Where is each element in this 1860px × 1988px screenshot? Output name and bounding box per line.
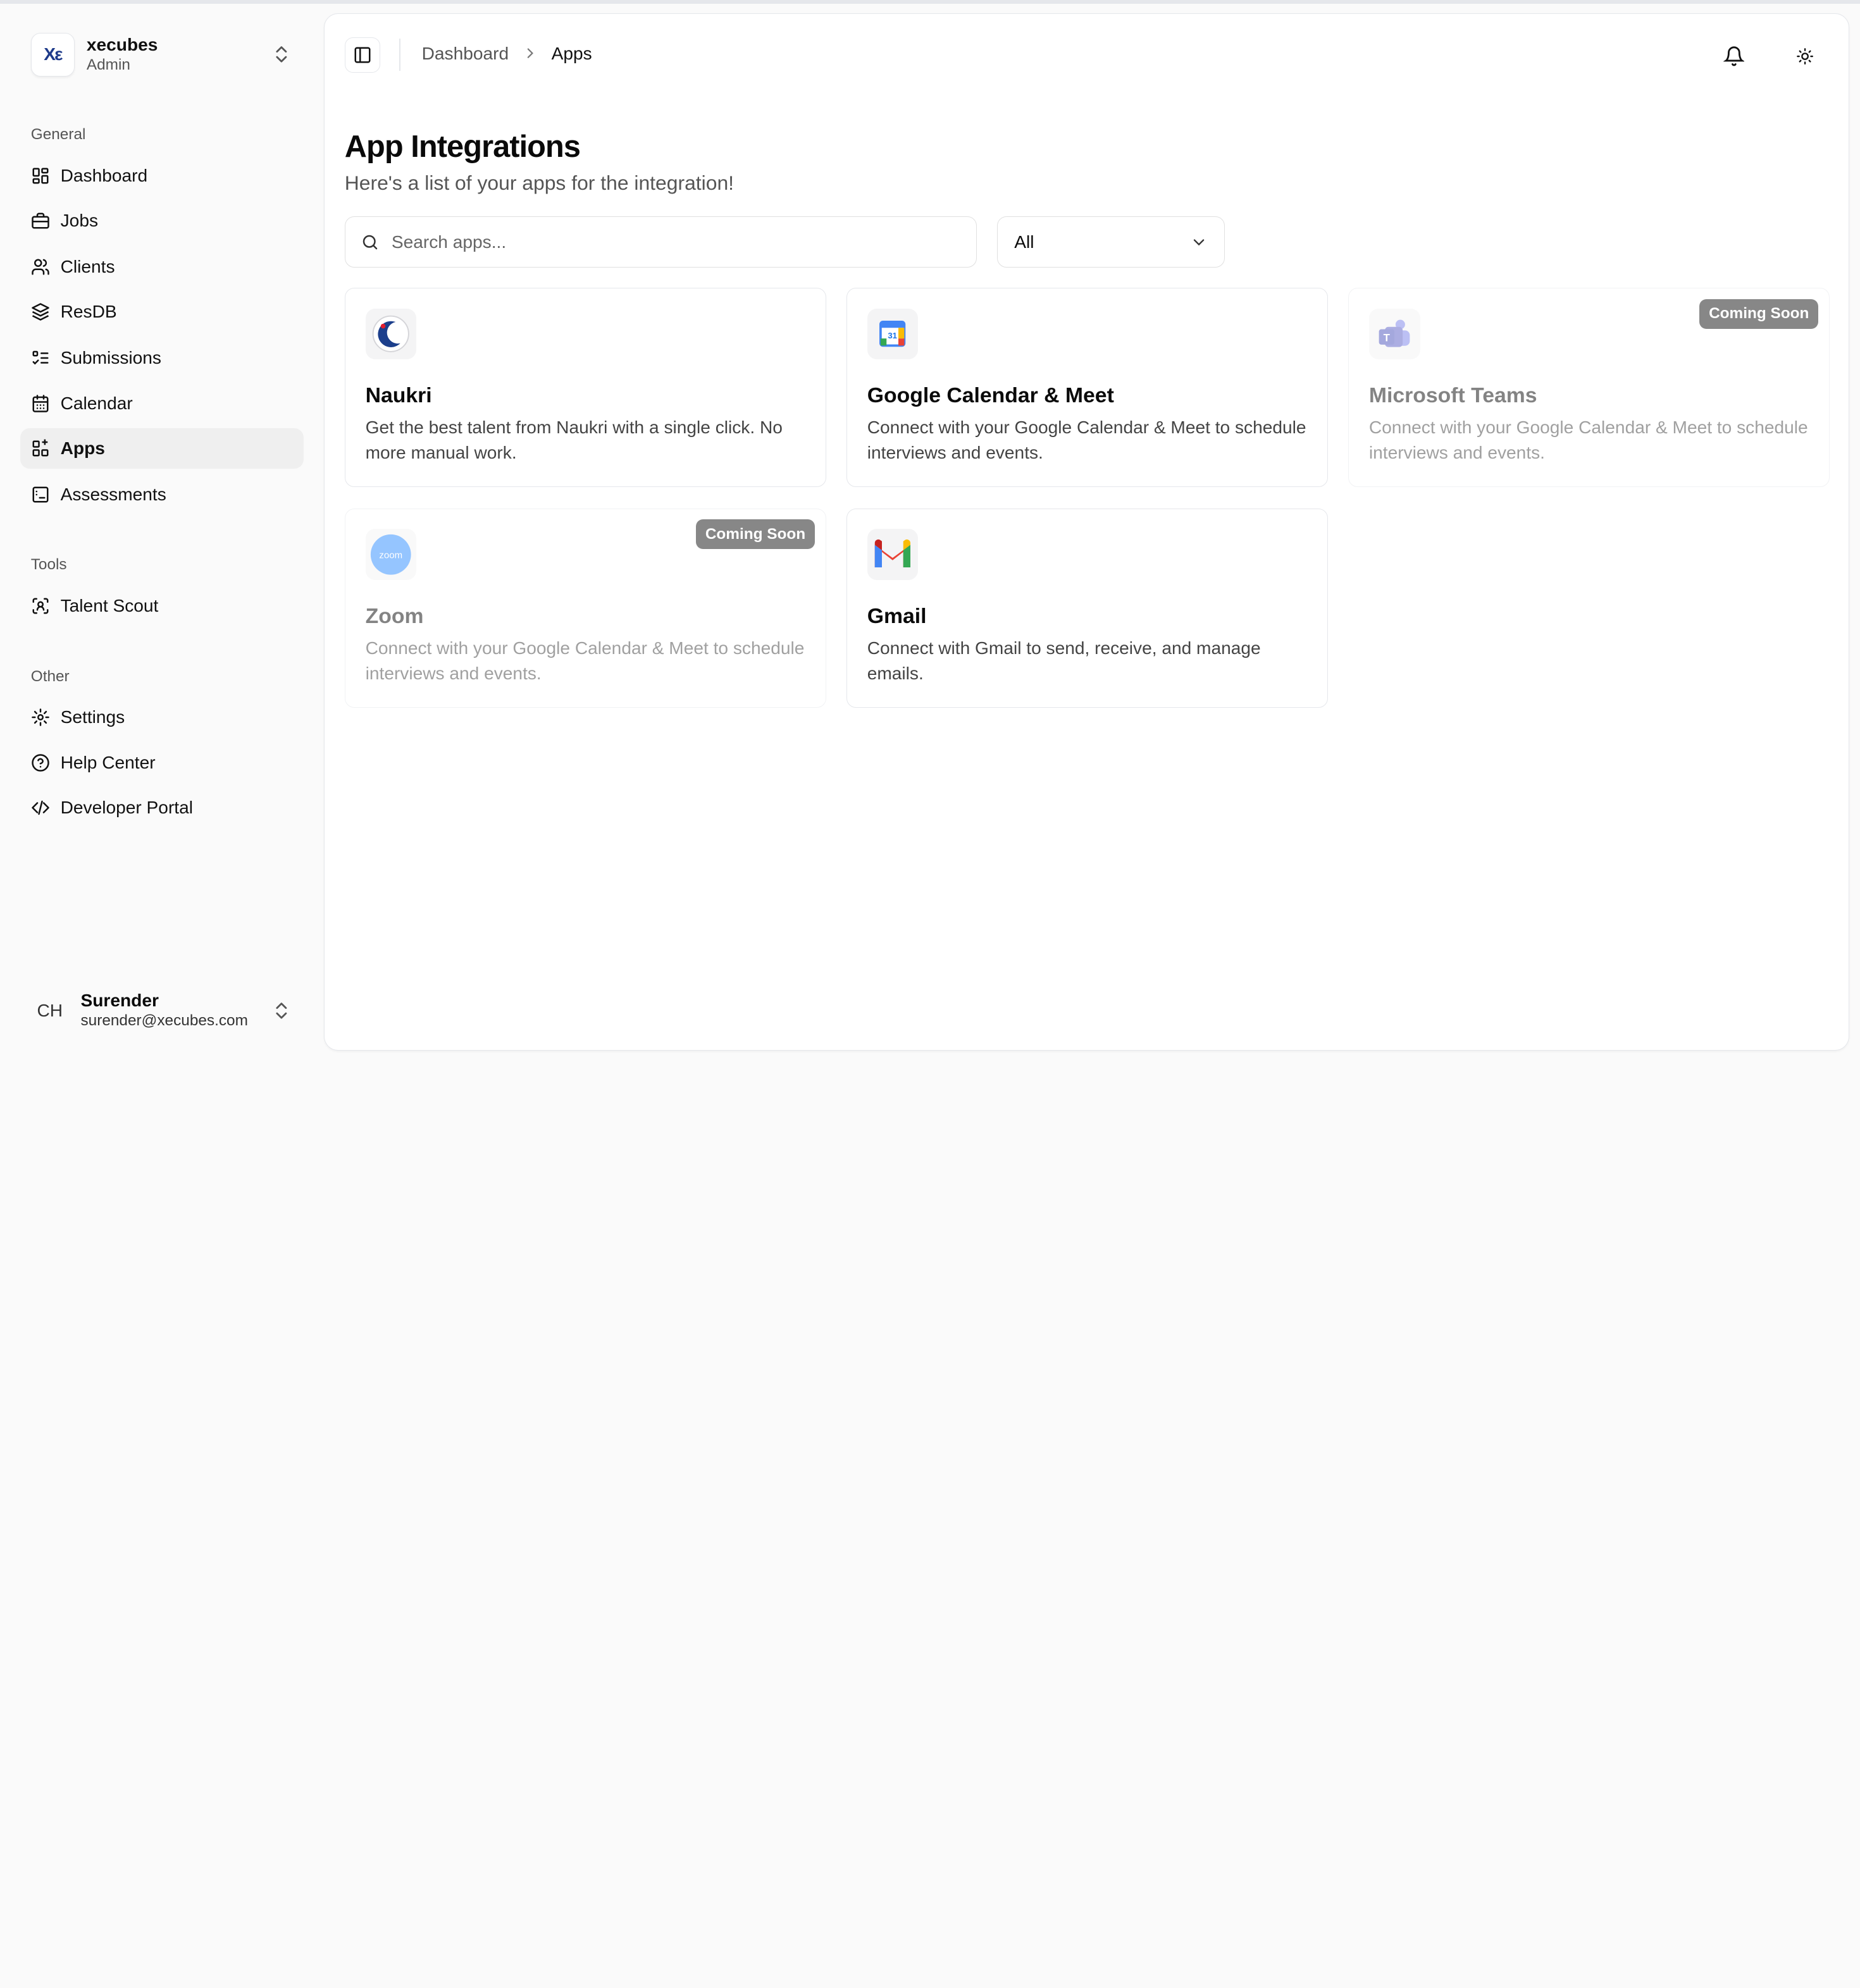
- sidebar-item-label: Apps: [60, 438, 105, 458]
- chevrons-up-down-icon: [275, 46, 287, 63]
- sidebar-item-developer-portal[interactable]: Developer Portal: [20, 787, 304, 828]
- app-card-naukri[interactable]: Naukri Get the best talent from Naukri w…: [344, 287, 826, 487]
- user-menu[interactable]: CH Surender surender@xecubes.com: [19, 982, 304, 1039]
- svg-text:31: 31: [888, 331, 898, 340]
- assessment-icon: [32, 486, 49, 503]
- google-calendar-icon: 31: [867, 308, 919, 360]
- app-card-title: Gmail: [867, 603, 927, 628]
- search-field[interactable]: [344, 216, 977, 268]
- layout-dashboard-icon: [32, 168, 49, 183]
- breadcrumb-dashboard-link[interactable]: Dashboard: [422, 44, 509, 64]
- sidebar-item-help-center[interactable]: Help Center: [20, 743, 304, 783]
- sidebar: Xε xecubes Admin General Dashboard Jobs …: [0, 0, 323, 1060]
- list-checks-icon: [32, 351, 49, 365]
- app-card-microsoft-teams: T Microsoft Teams Connect with your Goog…: [1348, 287, 1830, 487]
- user-name: Surender: [80, 990, 159, 1010]
- team-switcher[interactable]: Xε xecubes Admin: [19, 26, 304, 83]
- gear-icon: [32, 708, 49, 727]
- users-icon: [32, 259, 49, 275]
- sidebar-item-submissions[interactable]: Submissions: [20, 338, 304, 378]
- type-filter-value: All: [1014, 232, 1034, 252]
- sidebar-item-label: ResDB: [60, 302, 117, 322]
- chevrons-up-down-icon: [275, 1002, 287, 1019]
- zoom-logo-icon: zoom: [365, 529, 417, 580]
- bell-icon: [1723, 46, 1745, 66]
- team-role: Admin: [86, 56, 130, 74]
- page-title: App Integrations: [344, 129, 581, 164]
- type-filter-select[interactable]: All: [997, 216, 1225, 268]
- gmail-logo-icon: [867, 529, 919, 580]
- app-card-zoom: zoom Zoom Connect with your Google Calen…: [344, 508, 826, 708]
- nav-group-tools-label: Tools: [30, 556, 67, 574]
- app-card-gmail[interactable]: Gmail Connect with Gmail to send, receiv…: [846, 508, 1329, 708]
- app-card-title: Microsoft Teams: [1368, 383, 1537, 407]
- calendar-icon: [32, 394, 49, 412]
- sidebar-item-label: Help Center: [60, 752, 156, 772]
- sidebar-item-label: Assessments: [60, 484, 166, 504]
- app-card-google-calendar[interactable]: 31 Google Calendar & Meet Connect with y…: [846, 287, 1329, 487]
- app-card-description: Connect with your Google Calendar & Meet…: [867, 417, 1306, 462]
- search-input[interactable]: [391, 232, 950, 252]
- user-email: surender@xecubes.com: [80, 1012, 248, 1030]
- sidebar-item-label: Submissions: [60, 348, 161, 368]
- sidebar-item-apps[interactable]: Apps: [20, 428, 304, 469]
- help-circle-icon: [32, 753, 49, 772]
- naukri-logo-icon: [365, 308, 417, 360]
- app-card-description: Connect with your Google Calendar & Meet…: [1368, 417, 1808, 462]
- code-icon: [32, 800, 49, 815]
- team-name: xecubes: [86, 35, 158, 55]
- sidebar-item-dashboard[interactable]: Dashboard: [20, 156, 304, 196]
- chevron-right-icon: [527, 48, 533, 59]
- sidebar-item-label: Settings: [60, 707, 125, 727]
- page-subtitle: Here's a list of your apps for the integ…: [344, 171, 735, 194]
- svg-text:T: T: [1384, 331, 1391, 343]
- sidebar-item-clients[interactable]: Clients: [20, 247, 304, 287]
- sidebar-item-resdb[interactable]: ResDB: [20, 292, 304, 332]
- sidebar-item-label: Jobs: [60, 210, 99, 230]
- nav-group-other-label: Other: [30, 667, 70, 685]
- avatar-initials: CH: [37, 1000, 63, 1020]
- sidebar-toggle-button[interactable]: [344, 37, 380, 73]
- chevron-down-icon: [1193, 238, 1204, 245]
- sidebar-item-assessments[interactable]: Assessments: [20, 474, 304, 515]
- app-card-title: Zoom: [365, 603, 424, 628]
- sidebar-item-jobs[interactable]: Jobs: [20, 201, 304, 241]
- coming-soon-badge: Coming Soon: [1699, 299, 1819, 329]
- notifications-button[interactable]: [1714, 37, 1752, 75]
- zoom-logo-text: zoom: [380, 550, 403, 560]
- main-panel: Dashboard Apps App Integrations Here's a…: [323, 13, 1850, 1051]
- sidebar-item-label: Talent Scout: [60, 596, 159, 616]
- sidebar-item-calendar[interactable]: Calendar: [20, 383, 304, 424]
- team-logo-text: Xε: [44, 44, 63, 65]
- header-separator: [399, 39, 400, 71]
- app-card-description: Get the best talent from Naukri with a s…: [365, 417, 783, 462]
- search-icon: [363, 235, 378, 249]
- coming-soon-badge: Coming Soon: [695, 519, 815, 550]
- avatar: CH: [31, 992, 69, 1030]
- sun-icon: [1796, 48, 1813, 65]
- sidebar-item-label: Clients: [60, 256, 115, 276]
- breadcrumb: Dashboard Apps: [422, 44, 592, 64]
- sidebar-item-settings[interactable]: Settings: [20, 698, 304, 738]
- sidebar-item-label: Dashboard: [60, 165, 148, 185]
- app-root: Xε xecubes Admin General Dashboard Jobs …: [0, 0, 1860, 1060]
- sidebar-item-label: Developer Portal: [60, 797, 193, 817]
- app-card-title: Naukri: [365, 383, 432, 407]
- sidebar-item-label: Calendar: [60, 393, 133, 413]
- theme-toggle-button[interactable]: [1786, 37, 1824, 75]
- app-card-title: Google Calendar & Meet: [867, 383, 1114, 407]
- breadcrumb-current: Apps: [551, 43, 592, 63]
- panel-left-icon: [354, 47, 371, 63]
- scan-user-icon: [32, 598, 49, 614]
- nav-group-general-label: General: [30, 125, 86, 143]
- sidebar-item-talent-scout[interactable]: Talent Scout: [20, 586, 304, 626]
- briefcase-icon: [32, 213, 49, 229]
- team-logo: Xε: [30, 32, 75, 77]
- app-card-description: Connect with Gmail to send, receive, and…: [867, 638, 1261, 683]
- layers-icon: [32, 303, 49, 321]
- apps-grid-icon: [32, 439, 49, 457]
- app-card-description: Connect with your Google Calendar & Meet…: [365, 638, 805, 683]
- microsoft-teams-icon: T: [1368, 308, 1420, 360]
